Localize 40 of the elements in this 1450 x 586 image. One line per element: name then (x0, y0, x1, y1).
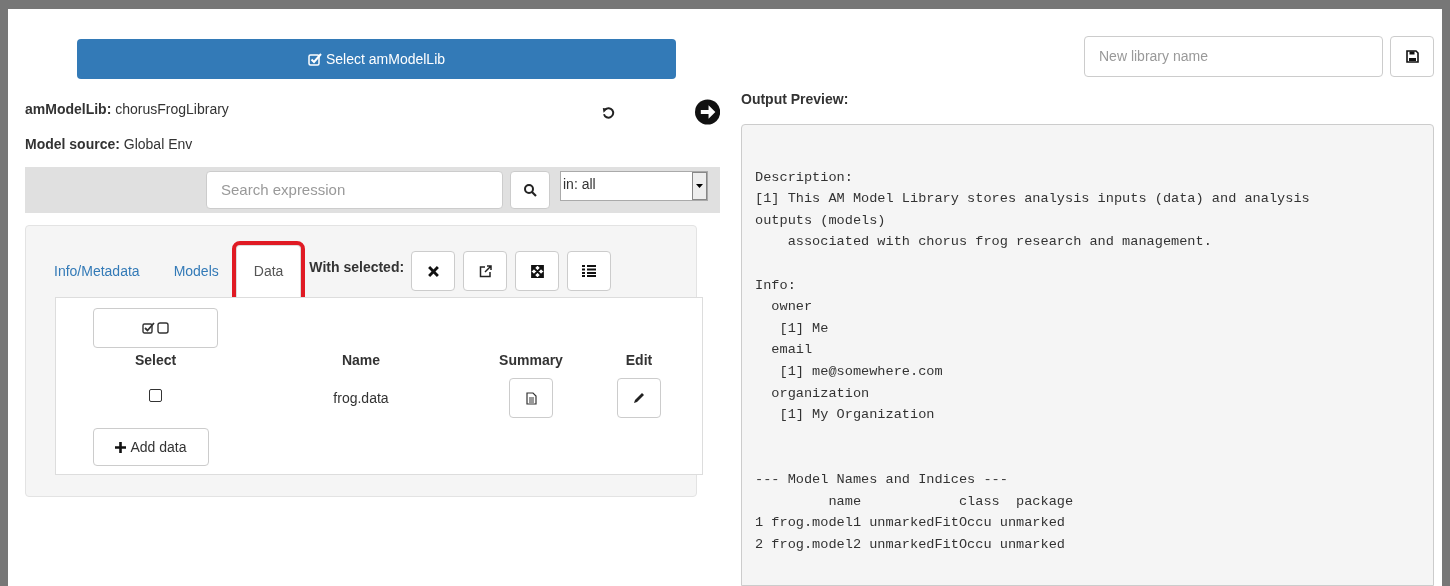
delete-button[interactable] (411, 251, 456, 291)
expand-button[interactable] (515, 251, 560, 291)
save-button[interactable] (1390, 36, 1434, 77)
close-icon (427, 265, 439, 277)
arrow-right-circle-icon[interactable] (694, 99, 720, 125)
output-text: Description: [1] This AM Model Library stores analysis inputs (data) and analysis outputs (models) associated with chorus frog research and management. Info: owner [1] Me email [1] me@somewhere.com organization [1] My Organization --- Model Names and Indices --- name class package 1 frog.model1 unmarkedFitOccu unmarked 2 frog.model2 unmarkedFitOccu unmarked (755, 168, 1311, 554)
checked-box-icon (142, 322, 155, 334)
list-button[interactable] (567, 251, 612, 291)
search-button[interactable] (510, 171, 550, 209)
document-icon (525, 391, 537, 405)
scope-dropdown[interactable]: in: all (560, 171, 708, 201)
column-header: Edit (624, 351, 654, 370)
with-selected-label: With selected: (309, 258, 405, 277)
list-icon (582, 265, 597, 277)
empty-box-icon (157, 322, 169, 334)
search-field[interactable]: Search expression (206, 171, 503, 209)
expand-icon (530, 264, 544, 278)
tab[interactable]: Info/Metadata (37, 245, 157, 297)
select-library-button[interactable]: Select amModelLib (77, 39, 676, 79)
add-data-button[interactable]: Add data (93, 428, 209, 466)
library-name-field[interactable]: New library name (1084, 36, 1383, 77)
edit-button[interactable] (617, 378, 661, 418)
column-header: Select (133, 351, 178, 370)
table-cell-text: frog.data (332, 389, 390, 408)
column-header: Name (340, 351, 382, 370)
reset-icon[interactable] (602, 107, 615, 120)
pencil-icon (633, 392, 645, 404)
summary-button[interactable] (509, 378, 553, 418)
output-preview-heading: Output Preview: (741, 90, 850, 109)
column-header: Summary (498, 351, 564, 370)
checked-box-icon (307, 52, 322, 66)
external-link-icon (478, 264, 492, 278)
model-source-text: Model source: Global Env (25, 135, 194, 154)
tab[interactable]: Models (156, 245, 236, 297)
open-external-button[interactable] (463, 251, 508, 291)
plus-icon (115, 441, 127, 453)
toggle-all-button[interactable] (93, 308, 218, 348)
checkbox[interactable] (149, 389, 162, 402)
search-icon (523, 183, 537, 197)
library-name-text: amModelLib: chorusFrogLibrary (25, 100, 230, 119)
